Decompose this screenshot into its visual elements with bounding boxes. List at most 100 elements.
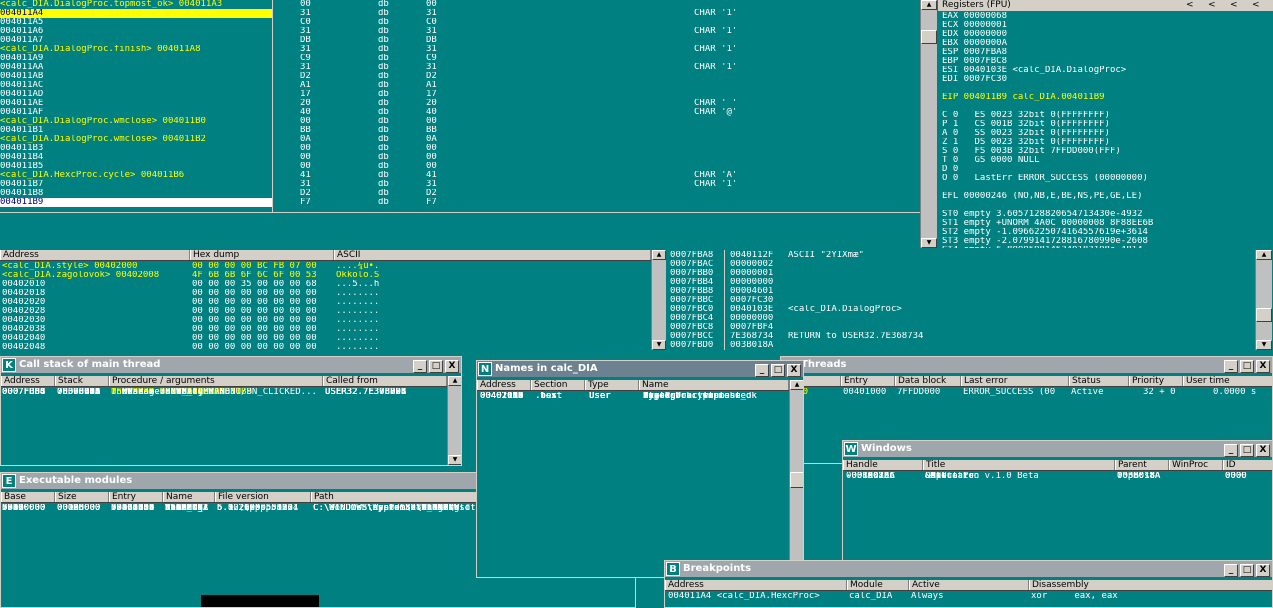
disasm-address[interactable]: <calc_DIA.DialogProc.wmclose> 004011B0: [0, 117, 272, 126]
maximize-button[interactable]: □: [429, 360, 443, 373]
registers-pane[interactable]: Registers (FPU) < < < < EAX 00000068 ECX …: [938, 0, 1273, 248]
dump-col-address[interactable]: Address: [0, 250, 190, 260]
stack-pane[interactable]: 0007FBA8 0040112F ASCII "2YIXmæ" 0007FBAC 00…: [668, 250, 1255, 350]
scroll-thumb[interactable]: [921, 30, 937, 44]
breakpoints-window[interactable]: B Breakpoints _ □ X Address Module Active …: [664, 560, 1273, 608]
callstack-col-address[interactable]: Address: [1, 376, 55, 386]
windows-window[interactable]: W Windows _ □ X Handle Title Parent WinPro…: [842, 440, 1273, 566]
disasm-address[interactable]: 004011B4: [0, 153, 272, 162]
close-button[interactable]: X: [1256, 564, 1270, 577]
registers-nav-1[interactable]: <: [1186, 0, 1194, 11]
dump-row[interactable]: 00402048 00 00 00 00 00 00 00 00........: [0, 343, 651, 350]
modules-col-name[interactable]: Name: [163, 492, 215, 502]
disasm-address[interactable]: 004011A6: [0, 27, 272, 36]
names-title-bar[interactable]: N Names in calc_DIA _ □ X: [477, 361, 803, 377]
stack-row[interactable]: 0007FBB4 00000000: [670, 278, 1255, 287]
register-line[interactable]: D 0: [942, 165, 1272, 174]
windows-col-handle[interactable]: Handle: [843, 460, 923, 470]
modules-col-size[interactable]: Size: [55, 492, 109, 502]
threads-col-status[interactable]: Status: [1069, 376, 1129, 386]
scroll-up-arrow-icon[interactable]: ▲: [921, 0, 937, 10]
disasm-address[interactable]: <calc_DIA.DialogProc.topmost_ok> 004011A…: [0, 0, 272, 9]
register-line[interactable]: EAX 00000068: [942, 12, 1272, 21]
stack-row[interactable]: 0007FBD0 003B018A: [670, 341, 1255, 350]
scroll-down-arrow-icon[interactable]: ▼: [448, 455, 461, 465]
maximize-button[interactable]: □: [771, 364, 785, 377]
minimize-button[interactable]: _: [413, 360, 427, 373]
minimize-button[interactable]: _: [1224, 360, 1238, 373]
disasm-address[interactable]: 004011A5: [0, 18, 272, 27]
register-line[interactable]: [942, 183, 1272, 192]
disasm-address[interactable]: 004011B9: [0, 198, 272, 207]
disasm-address[interactable]: 004011AA: [0, 63, 272, 72]
modules-col-version[interactable]: File version: [215, 492, 311, 502]
registers-title-bar[interactable]: Registers (FPU) < < < <: [938, 0, 1273, 11]
disasm-address[interactable]: <calc_DIA.DialogProc.wmclose> 004011B2: [0, 135, 272, 144]
scroll-thumb[interactable]: [1256, 308, 1272, 322]
stack-scrollbar[interactable]: ▲ ▼: [1255, 250, 1272, 350]
dump-pane[interactable]: Address Hex dump ASCII <calc_DIA.style> …: [0, 250, 651, 350]
stack-row[interactable]: 0007FBB0 00000001: [670, 269, 1255, 278]
scroll-down-arrow-icon[interactable]: ▼: [652, 340, 666, 350]
stack-row[interactable]: 0007FBBC 0007FC30: [670, 296, 1255, 305]
breakpoints-col-active[interactable]: Active: [909, 580, 1029, 590]
minimize-button[interactable]: _: [755, 364, 769, 377]
windows-col-parent[interactable]: Parent: [1115, 460, 1169, 470]
dump-row[interactable]: 00402018 00 00 00 00 00 00 00 00........: [0, 289, 651, 298]
disasm-address[interactable]: 004011AE: [0, 99, 272, 108]
dump-row[interactable]: <calc_DIA.zagolovok> 00402008 4F 6B 6B 6F…: [0, 271, 651, 280]
register-line[interactable]: EBP 0007FBC8: [942, 57, 1272, 66]
disasm-address[interactable]: 004011A4: [0, 9, 272, 18]
dump-row[interactable]: 00402020 00 00 00 00 00 00 00 00........: [0, 298, 651, 307]
stack-row[interactable]: 0007FBA8 0040112F ASCII "2YIXmæ": [670, 251, 1255, 260]
register-line[interactable]: T 0 GS 0000 NULL: [942, 156, 1272, 165]
register-line[interactable]: ECX 00000001: [942, 21, 1272, 30]
threads-title-bar[interactable]: Threads _ □ X: [781, 357, 1272, 373]
register-line[interactable]: P 1 CS 001B 32bit 0(FFFFFFFF): [942, 120, 1272, 129]
register-line[interactable]: EDX 00000000: [942, 30, 1272, 39]
breakpoints-col-address[interactable]: Address: [665, 580, 847, 590]
threads-col-priority[interactable]: Priority: [1129, 376, 1183, 386]
maximize-button[interactable]: □: [1240, 444, 1254, 457]
registers-nav-3[interactable]: <: [1230, 0, 1238, 11]
disasm-address[interactable]: 004011B7: [0, 180, 272, 189]
threads-col-entry[interactable]: Entry: [841, 376, 895, 386]
maximize-button[interactable]: □: [1240, 564, 1254, 577]
dump-row[interactable]: 00402040 00 00 00 00 00 00 00 00........: [0, 334, 651, 343]
register-line[interactable]: EBX 0000000A: [942, 39, 1272, 48]
register-line[interactable]: ST4 empty 6.8000598145340183108e-4814: [942, 246, 1272, 248]
stack-row[interactable]: 0007FBAC 00000002: [670, 260, 1255, 269]
callstack-title-bar[interactable]: K Call stack of main thread _ □ X: [1, 357, 461, 373]
register-line[interactable]: EDI 0007FC30: [942, 75, 1272, 84]
minimize-button[interactable]: _: [1224, 444, 1238, 457]
stack-row[interactable]: 0007FBC0 0040103E <calc_DIA.DialogProc>: [670, 305, 1255, 314]
names-col-section[interactable]: Section: [531, 380, 585, 390]
close-button[interactable]: X: [787, 364, 801, 377]
disasm-address[interactable]: 004011B5: [0, 162, 272, 171]
close-button[interactable]: X: [445, 360, 459, 373]
breakpoints-col-disassembly[interactable]: Disassembly: [1029, 580, 1272, 590]
callstack-scrollbar[interactable]: ▲ ▼: [447, 376, 461, 465]
threads-col-datablock[interactable]: Data block: [895, 376, 961, 386]
names-col-name[interactable]: Name: [639, 380, 789, 390]
callstack-col-procedure[interactable]: Procedure / arguments: [109, 376, 323, 386]
names-col-type[interactable]: Type: [585, 380, 639, 390]
registers-nav-4[interactable]: <: [1252, 0, 1260, 11]
dump-row[interactable]: 00402038 00 00 00 00 00 00 00 00........: [0, 325, 651, 334]
disasm-address[interactable]: 004011AF: [0, 108, 272, 117]
disasm-address[interactable]: <calc_DIA.DialogProc.finish> 004011A8: [0, 45, 272, 54]
register-line[interactable]: [942, 102, 1272, 111]
names-scrollbar[interactable]: ▲ ▼: [789, 380, 803, 577]
callstack-col-stack[interactable]: Stack: [55, 376, 109, 386]
disasm-address[interactable]: 004011B8: [0, 189, 272, 198]
breakpoints-title-bar[interactable]: B Breakpoints _ □ X: [665, 561, 1272, 577]
disasm-address[interactable]: 004011AC: [0, 81, 272, 90]
register-line[interactable]: ESP 0007FBA8: [942, 48, 1272, 57]
register-line[interactable]: C 0 ES 0023 32bit 0(FFFFFFFF): [942, 111, 1272, 120]
register-line[interactable]: EIP 004011B9 calc_DIA.004011B9: [942, 93, 1272, 102]
dump-col-ascii[interactable]: ASCII: [334, 250, 651, 260]
register-line[interactable]: EFL 00000246 (NO,NB,E,BE,NS,PE,GE,LE): [942, 192, 1272, 201]
register-line[interactable]: ST2 empty -1.0966225074164557619e+3614: [942, 228, 1272, 237]
disassembly-pane[interactable]: <calc_DIA.DialogProc.topmost_ok> 004011A…: [0, 0, 920, 248]
disasm-address[interactable]: 004011AB: [0, 72, 272, 81]
